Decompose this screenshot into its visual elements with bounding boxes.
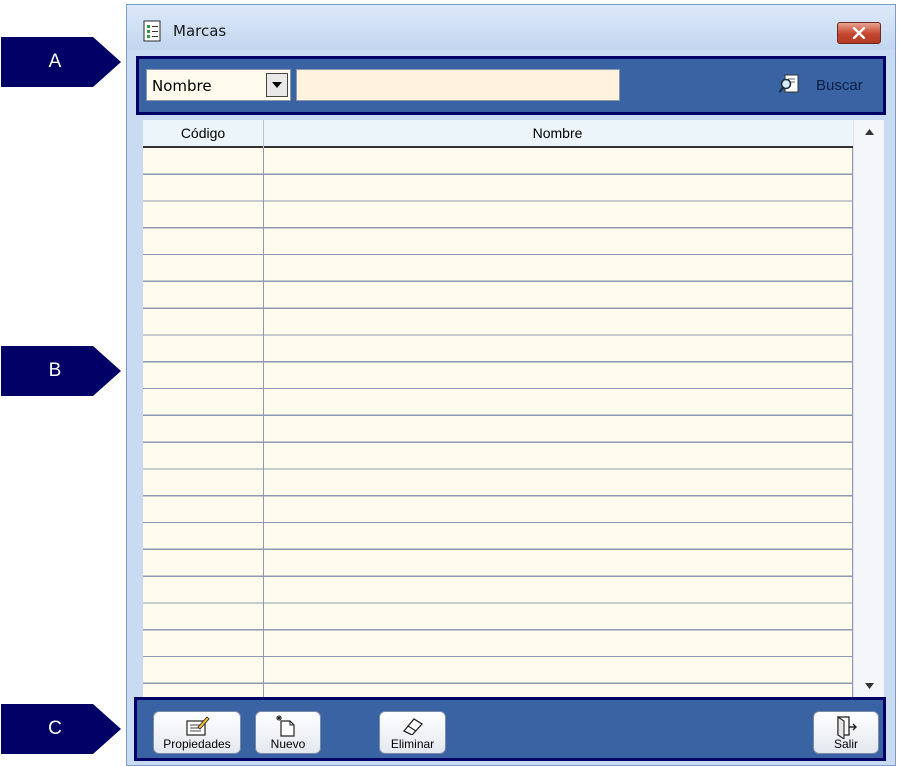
- properties-label: Propiedades: [163, 737, 231, 751]
- exit-button[interactable]: Salir: [813, 711, 879, 754]
- delete-button[interactable]: Eliminar: [379, 711, 446, 754]
- title-bar: Marcas: [127, 5, 895, 50]
- annotation-a: A: [1, 37, 121, 87]
- exit-label: Salir: [833, 737, 858, 751]
- marcas-window: Marcas Nombre Buscar Código Nombre Propi…: [126, 4, 896, 766]
- properties-icon: [186, 716, 210, 736]
- new-document-icon: [276, 715, 295, 737]
- grid-rows[interactable]: [143, 148, 853, 697]
- magnifier-icon[interactable]: [778, 73, 801, 95]
- column-divider: [263, 148, 264, 697]
- search-field-select[interactable]: Nombre: [146, 69, 291, 101]
- search-button[interactable]: Buscar: [816, 77, 863, 94]
- exit-door-icon: [837, 715, 857, 739]
- scroll-down-icon[interactable]: [865, 683, 874, 689]
- data-grid: Código Nombre: [143, 120, 884, 697]
- dropdown-button[interactable]: [266, 73, 288, 97]
- new-button[interactable]: Nuevo: [255, 711, 321, 754]
- column-header-nombre[interactable]: Nombre: [264, 125, 851, 141]
- close-button[interactable]: [837, 22, 881, 44]
- new-label: Nuevo: [270, 737, 306, 751]
- delete-label: Eliminar: [390, 737, 435, 751]
- annotation-c: C: [1, 704, 121, 754]
- search-field-selected: Nombre: [152, 77, 212, 95]
- scroll-up-icon[interactable]: [865, 129, 874, 135]
- search-bar: Nombre Buscar: [136, 56, 886, 115]
- annotation-b: B: [1, 346, 121, 396]
- vertical-scrollbar[interactable]: [853, 120, 884, 697]
- grid-header: Código Nombre: [143, 120, 868, 148]
- window-title: Marcas: [173, 22, 227, 40]
- search-input[interactable]: [296, 69, 620, 101]
- eraser-icon: [402, 718, 424, 735]
- bottom-toolbar: Propiedades Nuevo Eliminar Salir: [134, 697, 886, 761]
- document-list-icon: [143, 20, 163, 42]
- properties-button[interactable]: Propiedades: [153, 711, 241, 754]
- column-header-codigo[interactable]: Código: [143, 125, 263, 141]
- close-icon: [852, 27, 866, 39]
- chevron-down-icon: [272, 82, 282, 88]
